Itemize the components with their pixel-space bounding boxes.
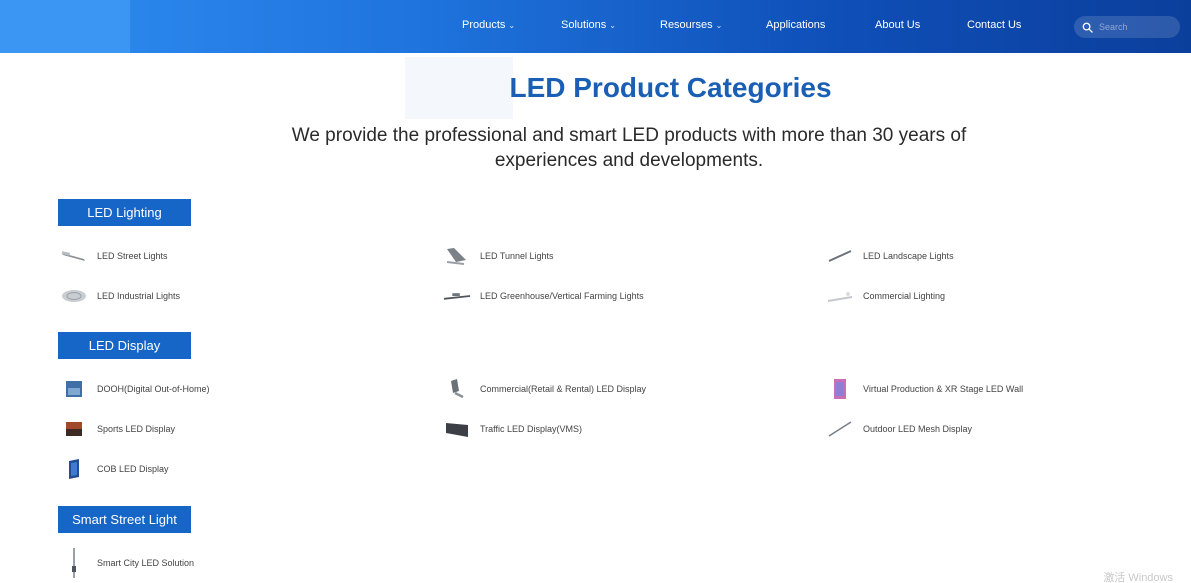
smart-pole-icon: [60, 548, 88, 578]
category-xr-stage[interactable]: Virtual Production & XR Stage LED Wall: [826, 378, 1023, 400]
xr-stage-icon: [826, 378, 854, 400]
category-label: Outdoor LED Mesh Display: [863, 424, 973, 434]
nav-applications-label: Applications: [766, 19, 826, 31]
nav-solutions[interactable]: Solutions ⌄: [561, 19, 616, 31]
category-label: Commercial Lighting: [863, 291, 946, 301]
category-traffic-display[interactable]: Traffic LED Display(VMS): [443, 418, 582, 440]
dooh-display-icon: [60, 378, 88, 400]
traffic-display-icon: [443, 418, 471, 440]
section-smart-street-light[interactable]: Smart Street Light: [58, 506, 191, 533]
nav-about-us-label: About Us: [875, 19, 921, 31]
category-led-street-lights[interactable]: LED Street Lights: [60, 245, 168, 267]
category-label: LED Greenhouse/Vertical Farming Lights: [480, 291, 644, 301]
nav-products[interactable]: Products ⌄: [462, 19, 515, 31]
header-bar: Products ⌄ Solutions ⌄ Resourses ⌄ Applicat…: [0, 0, 1191, 53]
chevron-down-icon: ⌄: [609, 21, 616, 30]
section-led-display[interactable]: LED Display: [58, 332, 191, 359]
page-subtitle: We provide the professional and smart LE…: [0, 123, 1191, 173]
category-label: COB LED Display: [97, 464, 169, 474]
logo-area[interactable]: [0, 0, 130, 53]
category-label: Commercial(Retail & Rental) LED Display: [480, 384, 647, 394]
category-label: Traffic LED Display(VMS): [480, 424, 583, 434]
search-input[interactable]: [1099, 22, 1179, 32]
street-light-icon: [60, 245, 88, 267]
category-led-industrial-lights[interactable]: LED Industrial Lights: [60, 285, 180, 307]
mesh-display-icon: [826, 418, 854, 440]
category-dooh[interactable]: DOOH(Digital Out-of-Home): [60, 378, 210, 400]
page-title: LED Product Categories: [509, 72, 832, 103]
category-label: Smart City LED Solution: [97, 558, 195, 568]
nav-applications[interactable]: Applications: [766, 19, 825, 31]
category-smart-city[interactable]: Smart City LED Solution: [60, 548, 195, 578]
tunnel-light-icon: [443, 245, 471, 267]
subtitle-line-2: experiences and developments.: [494, 150, 764, 171]
category-label: Sports LED Display: [97, 424, 176, 434]
category-mesh-display[interactable]: Outdoor LED Mesh Display: [826, 418, 972, 440]
search-icon[interactable]: [1082, 22, 1093, 33]
commercial-display-icon: [443, 378, 471, 400]
category-label: Virtual Production & XR Stage LED Wall: [863, 384, 1024, 394]
cob-display-icon: [60, 458, 88, 480]
industrial-light-icon: [60, 285, 88, 307]
category-label: LED Tunnel Lights: [480, 251, 554, 261]
section-led-lighting[interactable]: LED Lighting: [58, 199, 191, 226]
nav-products-label: Products: [462, 19, 506, 31]
chevron-down-icon: ⌄: [508, 21, 516, 30]
search-box[interactable]: [1074, 16, 1180, 38]
nav-about-us[interactable]: About Us: [875, 19, 920, 31]
category-led-tunnel-lights[interactable]: LED Tunnel Lights: [443, 245, 554, 267]
category-cob-display[interactable]: COB LED Display: [60, 458, 169, 480]
category-label: LED Landscape Lights: [863, 251, 954, 261]
subtitle-line-1: We provide the professional and smart LE…: [291, 125, 967, 146]
sports-display-icon: [60, 418, 88, 440]
category-led-greenhouse-lights[interactable]: LED Greenhouse/Vertical Farming Lights: [443, 285, 644, 307]
category-commercial-display[interactable]: Commercial(Retail & Rental) LED Display: [443, 378, 646, 400]
page: Products ⌄ Solutions ⌄ Resourses ⌄ Applicat…: [0, 0, 1191, 583]
greenhouse-light-icon: [443, 285, 471, 307]
category-sports-display[interactable]: Sports LED Display: [60, 418, 175, 440]
category-label: LED Industrial Lights: [97, 291, 181, 301]
category-led-landscape-lights[interactable]: LED Landscape Lights: [826, 245, 954, 267]
category-commercial-lighting[interactable]: Commercial Lighting: [826, 285, 945, 307]
landscape-light-icon: [826, 245, 854, 267]
nav-resources[interactable]: Resourses ⌄: [660, 19, 722, 31]
commercial-light-icon: [826, 285, 854, 307]
chevron-down-icon: ⌄: [715, 21, 723, 30]
nav-resources-label: Resourses: [660, 19, 713, 31]
nav-solutions-label: Solutions: [561, 19, 607, 31]
category-label: LED Street Lights: [97, 251, 168, 261]
os-watermark: 激活 Windows: [1103, 572, 1173, 583]
nav-contact-us[interactable]: Contact Us: [967, 19, 1021, 31]
page-title-wrap: LED Product Categories: [0, 72, 1191, 104]
nav-contact-us-label: Contact Us: [967, 19, 1022, 31]
category-label: DOOH(Digital Out-of-Home): [97, 384, 210, 394]
